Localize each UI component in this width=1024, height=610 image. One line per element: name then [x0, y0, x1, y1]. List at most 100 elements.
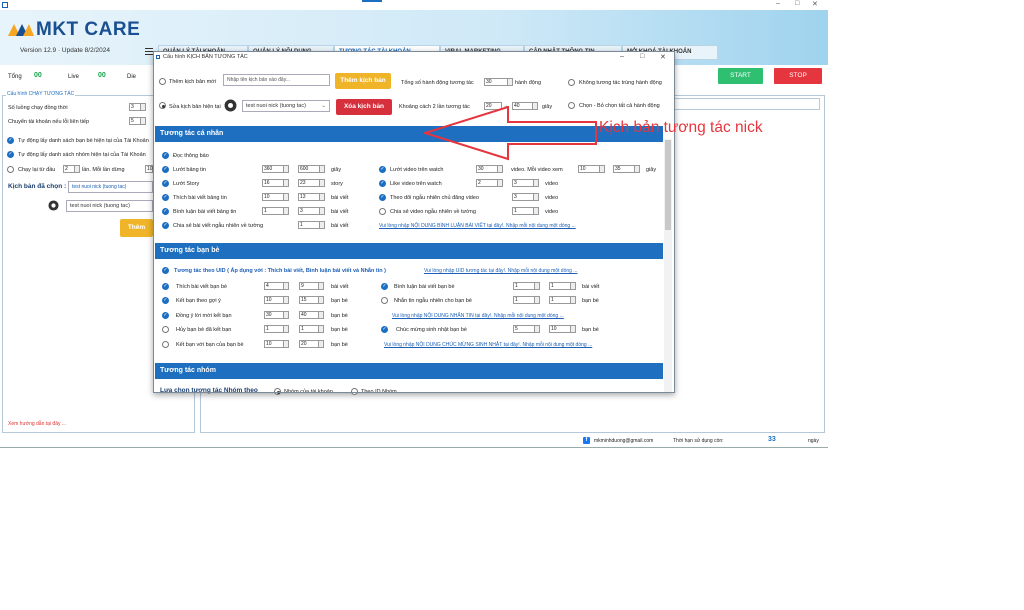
close-icon[interactable]: ✕ [812, 0, 818, 8]
like-video-max[interactable]: 3 [512, 179, 534, 187]
birthday-content-link[interactable]: Vui lòng nhập NỘI DUNG CHÚC MỪNG SINH NH… [384, 342, 592, 348]
like-feed-max[interactable]: 13 [298, 193, 320, 201]
scroll-story-max[interactable]: 23 [298, 179, 320, 187]
random-message-checkbox[interactable] [381, 297, 388, 304]
dialog-minimize-icon[interactable]: – [620, 53, 624, 60]
watch-time-max-spin[interactable] [635, 165, 640, 173]
follow-poster-checkbox[interactable]: ✓ [379, 194, 386, 201]
comment-feed-max[interactable]: 3 [298, 207, 320, 215]
switch-input[interactable]: 5 [129, 117, 141, 125]
total-actions-spinner[interactable] [508, 78, 513, 86]
unfriend-min[interactable]: 1 [264, 325, 284, 333]
share-video-checkbox[interactable] [379, 208, 386, 215]
watch-time-min[interactable]: 10 [578, 165, 600, 173]
random-message-max-spin[interactable] [571, 296, 576, 304]
rerun-checkbox[interactable] [7, 166, 14, 173]
start-button[interactable]: START [718, 68, 763, 84]
accept-requests-max[interactable]: 40 [299, 311, 319, 319]
dialog-close-icon[interactable]: ✕ [660, 53, 666, 61]
share-video-count[interactable]: 1 [512, 207, 534, 215]
comment-feed-min-spin[interactable] [284, 207, 289, 215]
friends-of-friends-min[interactable]: 10 [264, 340, 284, 348]
follow-poster-spin[interactable] [534, 193, 539, 201]
switch-spinner[interactable] [141, 117, 146, 125]
guide-link[interactable]: Xem hướng dẫn tại đây ... [8, 421, 66, 427]
scroll-story-max-spin[interactable] [320, 179, 325, 187]
facebook-icon[interactable]: f [583, 437, 590, 444]
accept-requests-checkbox[interactable]: ✓ [162, 312, 169, 319]
suggested-friends-max-spin[interactable] [319, 296, 324, 304]
unfriend-max-spin[interactable] [319, 325, 324, 333]
like-friend-post-checkbox[interactable]: ✓ [162, 283, 169, 290]
rerun-wait-input[interactable]: 10 [145, 165, 153, 173]
like-video-min[interactable]: 2 [476, 179, 498, 187]
minimize-icon[interactable]: – [776, 0, 780, 7]
like-feed-min-spin[interactable] [284, 193, 289, 201]
unfriend-checkbox[interactable] [162, 326, 169, 333]
suggested-friends-max[interactable]: 15 [299, 296, 319, 304]
comment-feed-checkbox[interactable]: ✓ [162, 208, 169, 215]
uid-link[interactable]: Vui lòng nhập UID tương tác tại đây!. Nh… [424, 268, 577, 274]
scroll-feed-min-spin[interactable] [284, 165, 289, 173]
like-video-min-spin[interactable] [498, 179, 503, 187]
accept-requests-max-spin[interactable] [319, 311, 324, 319]
friends-of-friends-checkbox[interactable] [162, 341, 169, 348]
comment-friend-post-max-spin[interactable] [571, 282, 576, 290]
maximize-icon[interactable]: □ [795, 0, 799, 7]
like-friend-post-min[interactable]: 4 [264, 282, 284, 290]
script-combo[interactable]: test nuoi nick (tuong tac) [66, 200, 153, 212]
like-friend-post-min-spin[interactable] [284, 282, 289, 290]
birthday-max-spin[interactable] [571, 325, 576, 333]
suggested-friends-min[interactable]: 10 [264, 296, 284, 304]
comment-friend-post-min-spin[interactable] [535, 282, 540, 290]
delete-script-button[interactable]: Xóa kịch bản [336, 99, 392, 115]
birthday-max[interactable]: 10 [549, 325, 571, 333]
random-message-min-spin[interactable] [535, 296, 540, 304]
comment-friend-post-max[interactable]: 1 [549, 282, 571, 290]
watch-time-max[interactable]: 35 [613, 165, 635, 173]
suggested-friends-min-spin[interactable] [284, 296, 289, 304]
accept-requests-min[interactable]: 30 [264, 311, 284, 319]
like-video-checkbox[interactable]: ✓ [379, 180, 386, 187]
auto-groups-checkbox[interactable]: ✓ [7, 151, 14, 158]
selected-script-field[interactable]: test nuoi nick (tuong tac) [68, 181, 153, 193]
auto-friends-checkbox[interactable]: ✓ [7, 137, 14, 144]
scroll-feed-min[interactable]: 360 [262, 165, 284, 173]
dialog-maximize-icon[interactable]: □ [640, 53, 644, 60]
total-actions-input[interactable]: 30 [484, 78, 508, 86]
uid-interact-checkbox[interactable]: ✓ [162, 267, 169, 274]
accept-requests-min-spin[interactable] [284, 311, 289, 319]
like-feed-min[interactable]: 10 [262, 193, 284, 201]
edit-script-radio[interactable] [159, 102, 166, 109]
friends-of-friends-max-spin[interactable] [319, 340, 324, 348]
scroll-feed-max-spin[interactable] [320, 165, 325, 173]
share-wall-checkbox[interactable]: ✓ [162, 222, 169, 229]
watch-video-checkbox[interactable]: ✓ [379, 166, 386, 173]
comment-content-link[interactable]: Vui lòng nhập NỘI DUNG BÌNH LUẬN BÀI VIẾ… [379, 223, 576, 229]
gear-icon[interactable] [48, 200, 59, 211]
birthday-checkbox[interactable]: ✓ [381, 326, 388, 333]
rerun-input[interactable]: 2 [63, 165, 75, 173]
like-video-max-spin[interactable] [534, 179, 539, 187]
comment-feed-min[interactable]: 1 [262, 207, 284, 215]
scroll-feed-checkbox[interactable]: ✓ [162, 166, 169, 173]
friends-of-friends-min-spin[interactable] [284, 340, 289, 348]
share-wall-spin[interactable] [320, 221, 325, 229]
read-notification-checkbox[interactable]: ✓ [162, 152, 169, 159]
birthday-min[interactable]: 5 [513, 325, 535, 333]
watch-video-spin[interactable] [498, 165, 503, 173]
random-message-min[interactable]: 1 [513, 296, 535, 304]
stop-button[interactable]: STOP [774, 68, 822, 84]
threads-spinner[interactable] [141, 103, 146, 111]
comment-feed-max-spin[interactable] [320, 207, 325, 215]
like-feed-checkbox[interactable]: ✓ [162, 194, 169, 201]
like-friend-post-max-spin[interactable] [319, 282, 324, 290]
message-content-link[interactable]: Vui lòng nhập NỘI DUNG NHẮN TIN tại đây!… [392, 313, 564, 319]
share-wall-count[interactable]: 1 [298, 221, 320, 229]
share-video-spin[interactable] [534, 207, 539, 215]
no-duplicate-radio[interactable] [568, 79, 575, 86]
watch-video-count[interactable]: 30 [476, 165, 498, 173]
add-script-button[interactable]: Thêm [120, 219, 153, 237]
unfriend-min-spin[interactable] [284, 325, 289, 333]
suggested-friends-checkbox[interactable]: ✓ [162, 297, 169, 304]
